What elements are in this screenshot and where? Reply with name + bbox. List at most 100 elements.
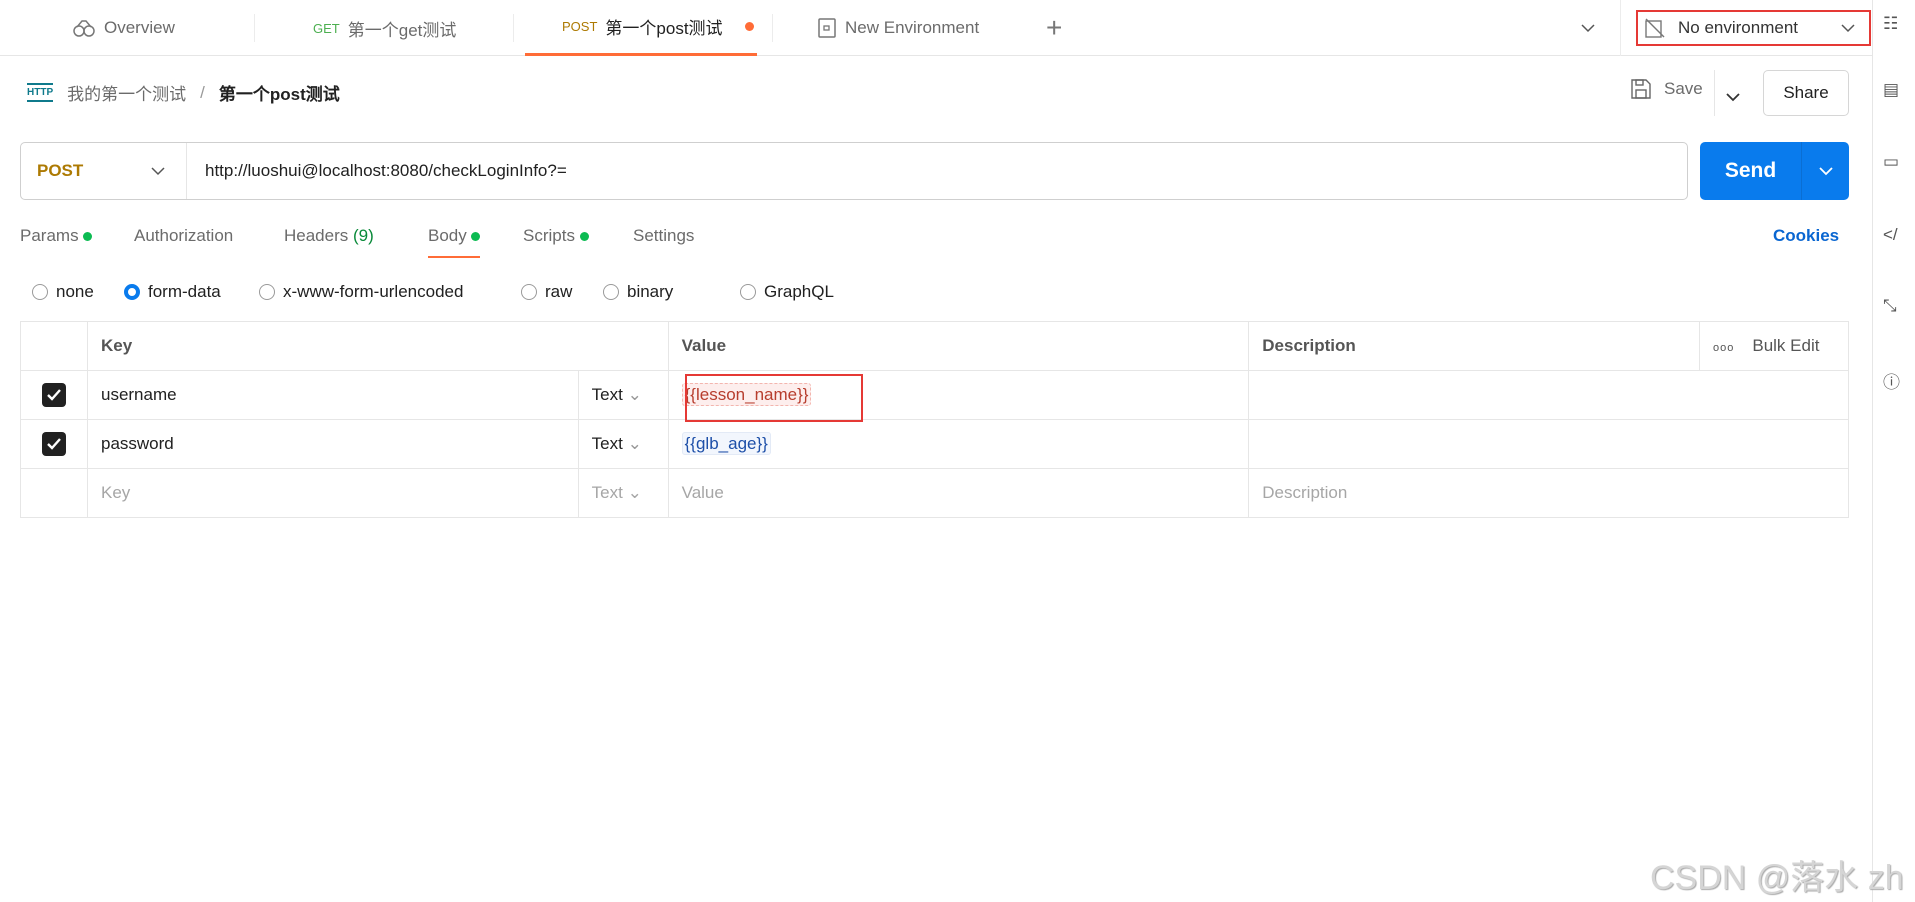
related-icon[interactable]: ⤡ xyxy=(1883,296,1907,320)
save-button[interactable]: Save xyxy=(1630,78,1703,100)
share-label: Share xyxy=(1783,83,1829,102)
row-checkbox[interactable] xyxy=(20,419,88,469)
tab-params[interactable]: Params xyxy=(20,226,93,246)
http-icon: HTTP xyxy=(27,83,54,102)
tab-scripts[interactable]: Scripts xyxy=(523,226,589,246)
radio-icon xyxy=(740,284,756,300)
send-button[interactable]: Send xyxy=(1700,142,1801,200)
tab-label: Overview xyxy=(104,18,175,37)
unsaved-dot xyxy=(744,22,754,31)
radio-raw[interactable]: raw xyxy=(521,282,572,302)
tab-authorization[interactable]: Authorization xyxy=(134,226,233,246)
table-row-empty: Key Text ⌄ Value Description xyxy=(20,468,1849,518)
key-cell[interactable]: password xyxy=(86,419,579,469)
radio-icon xyxy=(603,284,619,300)
value-input[interactable]: Value xyxy=(667,468,1250,518)
type-select[interactable]: Text ⌄ xyxy=(577,419,669,469)
breadcrumb-collection[interactable]: 我的第一个测试 xyxy=(67,80,186,105)
save-dropdown-button[interactable] xyxy=(1725,87,1741,107)
method-select[interactable]: POST xyxy=(21,143,187,199)
type-label: Text xyxy=(591,385,623,404)
tab-post-request[interactable]: POST 第一个post测试 xyxy=(525,0,757,56)
send-button-group: Send xyxy=(1700,142,1849,200)
tab-label: 第一个get测试 xyxy=(347,20,457,40)
cookies-link[interactable]: Cookies xyxy=(1773,226,1839,246)
more-icon[interactable]: ooo xyxy=(1713,342,1734,354)
status-dot xyxy=(579,232,589,241)
status-dot xyxy=(83,232,93,241)
method-badge: GET xyxy=(313,20,340,36)
radio-label: raw xyxy=(545,282,573,301)
method-badge: POST xyxy=(562,19,598,34)
request-url-bar: POST http://luoshui@localhost:8080/check… xyxy=(20,142,1688,200)
tab-body[interactable]: Body xyxy=(428,226,481,258)
description-cell[interactable] xyxy=(1248,419,1849,469)
breadcrumb: HTTP 我的第一个测试 / 第一个post测试 xyxy=(27,80,340,105)
no-environment-icon xyxy=(1645,18,1665,38)
status-dot xyxy=(471,232,481,241)
header-description: Description xyxy=(1248,321,1700,371)
save-icon xyxy=(1631,79,1651,99)
code-icon[interactable]: </ xyxy=(1883,225,1907,249)
divider xyxy=(254,14,255,42)
radio-label: x-www-form-urlencoded xyxy=(283,282,464,301)
table-row: username Text ⌄ {{lesson_name}} xyxy=(20,370,1849,422)
type-label: Text xyxy=(591,434,623,453)
tab-overview[interactable]: Overview xyxy=(72,0,175,56)
check-icon xyxy=(47,389,61,401)
radio-graphql[interactable]: GraphQL xyxy=(740,282,834,302)
radio-label: form-data xyxy=(148,282,221,301)
overview-icon xyxy=(73,20,95,37)
value-cell[interactable]: {{lesson_name}} xyxy=(667,370,1250,422)
chevron-down-icon xyxy=(1818,167,1833,176)
radio-icon xyxy=(32,284,48,300)
divider xyxy=(1714,70,1715,116)
radio-binary[interactable]: binary xyxy=(603,282,673,302)
divider xyxy=(513,14,514,42)
row-checkbox-empty xyxy=(20,468,88,518)
documentation-icon[interactable]: ▤ xyxy=(1883,80,1907,104)
tabs-dropdown-button[interactable] xyxy=(1580,0,1596,56)
bulk-edit-button[interactable]: ooo Bulk Edit xyxy=(1699,321,1849,371)
bulk-edit-label: Bulk Edit xyxy=(1752,336,1820,355)
url-input[interactable]: http://luoshui@localhost:8080/checkLogin… xyxy=(187,161,567,181)
radio-icon xyxy=(259,284,275,300)
radio-icon xyxy=(521,284,537,300)
chevron-down-icon xyxy=(1726,93,1740,102)
breadcrumb-request[interactable]: 第一个post测试 xyxy=(219,80,340,105)
send-label: Send xyxy=(1724,159,1777,182)
table-header: Key Value Description ooo Bulk Edit xyxy=(20,321,1849,371)
header-value: Value xyxy=(667,321,1250,371)
tab-new-environment[interactable]: New Environment xyxy=(817,0,979,56)
tab-settings[interactable]: Settings xyxy=(633,226,694,246)
row-checkbox[interactable] xyxy=(20,370,88,420)
radio-selected-icon xyxy=(124,284,140,300)
send-dropdown-button[interactable] xyxy=(1801,142,1849,200)
chevron-down-icon xyxy=(1841,24,1855,33)
tab-label: 第一个post测试 xyxy=(605,19,723,38)
tab-headers[interactable]: Headers (9) xyxy=(284,226,374,246)
form-data-table: Key Value Description ooo Bulk Edit usern… xyxy=(20,321,1849,518)
radio-none[interactable]: none xyxy=(32,282,94,302)
variables-icon[interactable]: ☷ xyxy=(1883,14,1907,38)
radio-label: binary xyxy=(627,282,674,301)
info-icon[interactable]: ⓘ xyxy=(1883,368,1907,392)
radio-x-www-form-urlencoded[interactable]: x-www-form-urlencoded xyxy=(259,282,463,302)
environment-selector[interactable]: No environment xyxy=(1636,10,1871,46)
description-input[interactable]: Description xyxy=(1248,468,1849,518)
tab-get-request[interactable]: GET 第一个get测试 xyxy=(313,0,456,56)
watermark: CSDN @落水 zh xyxy=(1650,859,1904,897)
value-cell[interactable]: {{glb_age}} xyxy=(667,419,1250,469)
environment-icon xyxy=(818,18,836,38)
header-key: Key xyxy=(86,321,669,371)
type-select[interactable]: Text ⌄ xyxy=(577,468,669,518)
comments-icon[interactable]: ▭ xyxy=(1883,152,1907,176)
new-tab-button[interactable]: + xyxy=(1046,0,1062,56)
key-cell[interactable]: username xyxy=(86,370,579,420)
plus-icon: + xyxy=(1046,12,1063,43)
type-select[interactable]: Text ⌄ xyxy=(577,370,669,420)
radio-form-data[interactable]: form-data xyxy=(124,282,221,302)
description-cell[interactable] xyxy=(1248,370,1849,420)
share-button[interactable]: Share xyxy=(1763,70,1849,116)
key-input[interactable]: Key xyxy=(86,468,579,518)
